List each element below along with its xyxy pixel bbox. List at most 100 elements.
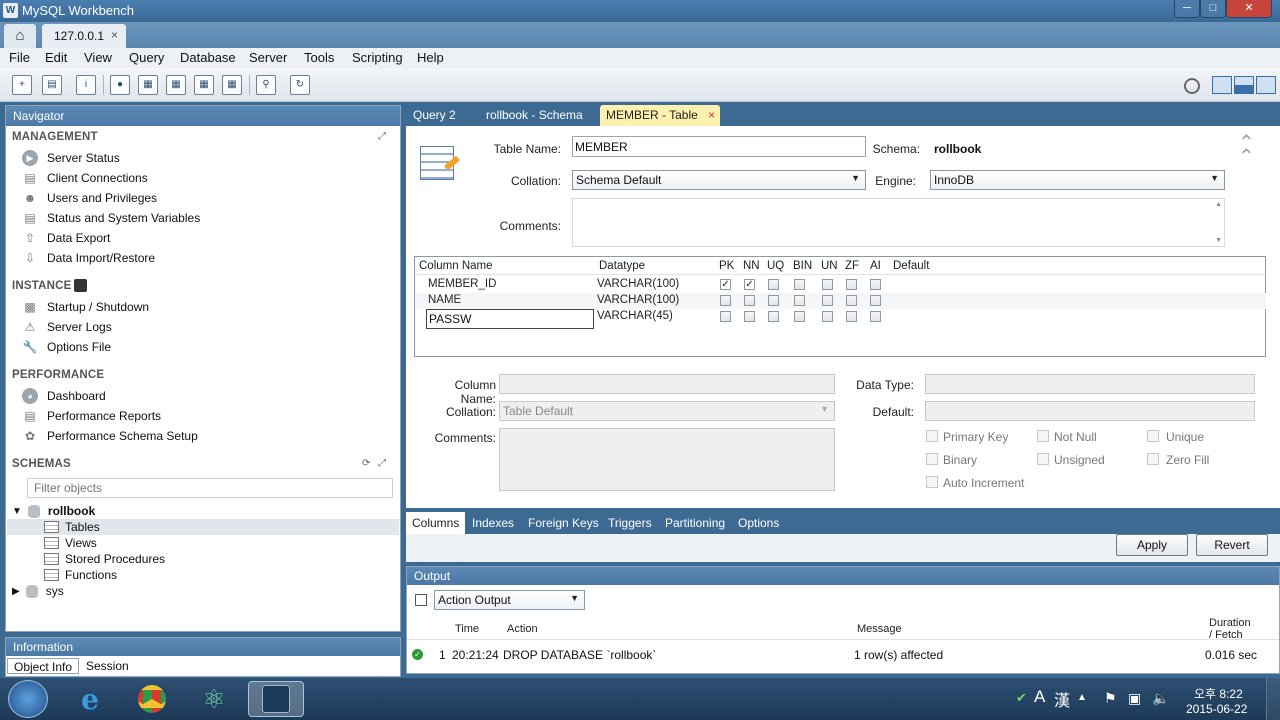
header-uq[interactable]: UQ xyxy=(767,260,784,272)
table-row[interactable]: MEMBER_ID VARCHAR(100) ✓ ✓ xyxy=(416,277,1266,293)
toggle-sidebar-icon[interactable] xyxy=(1212,76,1232,94)
tree-stored-procedures[interactable]: Stored Procedures xyxy=(44,551,165,567)
reconnect-icon[interactable]: ↻ xyxy=(290,75,310,95)
toggle-output-icon[interactable] xyxy=(1234,76,1254,94)
tab-query-2[interactable]: Query 2 xyxy=(407,105,462,126)
pk-checkbox[interactable] xyxy=(720,295,731,306)
toggle-secondary-sidebar-icon[interactable] xyxy=(1256,76,1276,94)
output-header-message[interactable]: Message xyxy=(857,623,902,635)
nav-server-status[interactable]: ▶ Server Status xyxy=(22,149,120,167)
column-collation-select[interactable]: Table Default ▼ xyxy=(499,401,835,421)
table-row[interactable]: ✓ 1 20:21:24 DROP DATABASE `rollbook` 1 … xyxy=(407,646,1279,664)
ai-checkbox[interactable] xyxy=(870,311,881,322)
windows-start-icon[interactable] xyxy=(8,680,48,718)
column-name-detail-input[interactable] xyxy=(499,374,835,394)
header-ai[interactable]: AI xyxy=(870,260,881,272)
default-input[interactable] xyxy=(925,401,1255,421)
subtab-foreign-keys[interactable]: Foreign Keys xyxy=(522,512,605,534)
network-icon[interactable]: ▣ xyxy=(1128,690,1141,707)
close-connection-tab-icon[interactable]: × xyxy=(111,28,118,42)
un-checkbox[interactable] xyxy=(822,311,833,322)
menu-scripting[interactable]: Scripting xyxy=(352,50,403,65)
tab-rollbook-schema[interactable]: rollbook - Schema xyxy=(480,105,589,126)
revert-button[interactable]: Revert xyxy=(1196,534,1268,556)
output-header-time[interactable]: Time xyxy=(455,623,479,635)
ime-indicator-icon[interactable]: ✔ xyxy=(1016,690,1027,706)
subtab-columns[interactable]: Columns xyxy=(406,512,466,534)
not-null-checkbox[interactable] xyxy=(1037,430,1049,442)
nav-options-file[interactable]: 🔧 Options File xyxy=(22,338,112,356)
subtab-indexes[interactable]: Indexes xyxy=(466,512,520,534)
copy-output-icon[interactable] xyxy=(415,594,427,606)
open-sql-script-icon[interactable]: ▤ xyxy=(42,75,62,95)
expand-icon[interactable]: ⤢ xyxy=(378,131,386,142)
atom-editor-icon[interactable]: ⚛ xyxy=(186,681,242,717)
expand-schemas-icon[interactable]: ⤢ xyxy=(378,458,386,469)
scroll-down-icon[interactable]: ▼ xyxy=(1215,237,1222,244)
schema-sys[interactable]: ▶ sys xyxy=(12,583,64,599)
refresh-schemas-icon[interactable]: ⟳ xyxy=(362,458,370,469)
menu-server[interactable]: Server xyxy=(249,50,287,65)
unique-checkbox[interactable] xyxy=(1147,430,1159,442)
new-sql-tab-icon[interactable]: + xyxy=(12,75,32,95)
mysql-workbench-taskbar-icon[interactable] xyxy=(248,681,304,717)
clock-time[interactable]: 오후 8:22 xyxy=(1194,685,1243,702)
clock-date[interactable]: 2015-06-22 xyxy=(1186,702,1247,716)
nav-performance-schema-setup[interactable]: ✿ Performance Schema Setup xyxy=(22,427,198,445)
menu-view[interactable]: View xyxy=(84,50,112,65)
nav-users-and-privileges[interactable]: ☻ Users and Privileges xyxy=(22,189,157,207)
menu-file[interactable]: File xyxy=(9,50,30,65)
apply-button[interactable]: Apply xyxy=(1116,534,1188,556)
header-pk[interactable]: PK xyxy=(719,260,734,272)
column-name-edit-input[interactable]: PASSW xyxy=(426,309,594,329)
nav-server-logs[interactable]: ⚠ Server Logs xyxy=(22,318,112,336)
column-comments-textarea[interactable] xyxy=(499,428,835,491)
uq-checkbox[interactable] xyxy=(768,311,779,322)
collation-select[interactable]: Schema Default ▼ xyxy=(572,170,866,190)
table-row[interactable]: NAME VARCHAR(100) xyxy=(416,293,1266,309)
unsigned-checkbox[interactable] xyxy=(1037,453,1049,465)
un-checkbox[interactable] xyxy=(822,295,833,306)
menu-tools[interactable]: Tools xyxy=(304,50,334,65)
menu-database[interactable]: Database xyxy=(180,50,236,65)
menu-query[interactable]: Query xyxy=(129,50,164,65)
tree-views[interactable]: Views xyxy=(44,535,97,551)
ime-hanja-indicator[interactable]: 漢 xyxy=(1054,687,1070,711)
subtab-triggers[interactable]: Triggers xyxy=(602,512,658,534)
output-type-select[interactable]: Action Output ▼ xyxy=(434,590,585,610)
close-window-button[interactable]: ✕ xyxy=(1226,0,1272,18)
menu-help[interactable]: Help xyxy=(417,50,444,65)
auto-increment-checkbox[interactable] xyxy=(926,476,938,488)
tree-tables[interactable]: Tables xyxy=(44,519,100,535)
search-table-data-icon[interactable]: ⚲ xyxy=(256,75,276,95)
primary-key-checkbox[interactable] xyxy=(926,430,938,442)
zf-checkbox[interactable] xyxy=(846,295,857,306)
create-table-icon[interactable]: ▦ xyxy=(138,75,158,95)
tray-more-icon[interactable]: ▲ xyxy=(1077,692,1087,703)
ai-checkbox[interactable] xyxy=(870,279,881,290)
action-center-flag-icon[interactable]: ⚑ xyxy=(1104,690,1117,707)
tab-session[interactable]: Session xyxy=(80,658,135,674)
header-datatype[interactable]: Datatype xyxy=(599,260,645,272)
nn-checkbox[interactable]: ✓ xyxy=(744,279,755,290)
engine-select[interactable]: InnoDB ▼ xyxy=(930,170,1225,190)
uq-checkbox[interactable] xyxy=(768,295,779,306)
create-schema-icon[interactable]: ● xyxy=(110,75,130,95)
nav-startup-shutdown[interactable]: ▩ Startup / Shutdown xyxy=(22,298,149,316)
zf-checkbox[interactable] xyxy=(846,311,857,322)
header-column-name[interactable]: Column Name xyxy=(419,260,493,272)
header-bin[interactable]: BIN xyxy=(793,260,812,272)
ai-checkbox[interactable] xyxy=(870,295,881,306)
chrome-icon[interactable] xyxy=(124,681,180,717)
create-procedure-icon[interactable]: ▦ xyxy=(194,75,214,95)
nn-checkbox[interactable] xyxy=(744,311,755,322)
close-tab-icon[interactable]: × xyxy=(708,108,715,122)
create-function-icon[interactable]: ▦ xyxy=(222,75,242,95)
expand-arrow-icon[interactable]: ▶ xyxy=(12,586,20,597)
zero-fill-checkbox[interactable] xyxy=(1147,453,1159,465)
show-desktop-button[interactable] xyxy=(1266,678,1280,720)
nav-client-connections[interactable]: ▤ Client Connections xyxy=(22,169,147,187)
volume-icon[interactable]: 🔈 xyxy=(1152,690,1169,707)
nav-data-import-restore[interactable]: ⇩ Data Import/Restore xyxy=(22,249,155,267)
home-tab[interactable]: ⌂ xyxy=(4,24,36,48)
